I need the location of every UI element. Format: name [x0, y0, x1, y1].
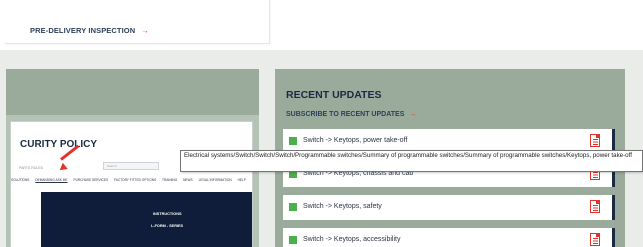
update-item-label[interactable]: Switch -> Keytops, accessibility [303, 236, 400, 243]
pdi-link[interactable]: PRE-DELIVERY INSPECTION → [30, 26, 149, 35]
pdf-document-icon[interactable] [590, 232, 601, 246]
preview-hero-banner: INSTRUCTIONS L-FORM - SERIES [41, 192, 252, 247]
update-item-label[interactable]: Switch -> Keytops, power take-off [303, 137, 407, 144]
update-item[interactable]: Switch -> Keytops, accessibility [283, 228, 615, 247]
pdi-link-label[interactable]: PRE-DELIVERY INSPECTION [30, 26, 135, 35]
arrow-right-icon: → [409, 111, 417, 118]
red-pointer-arrowhead-icon [57, 162, 68, 174]
pdi-card[interactable]: PRE-DELIVERY INSPECTION → [5, 0, 270, 44]
preview-nav-item: TRAINING [161, 178, 178, 182]
subscribe-link-label[interactable]: SUBSCRIBE TO RECENT UPDATES [286, 111, 404, 118]
preview-search-box: Search [103, 162, 159, 170]
preview-subtitle: PARTS RULES [19, 166, 43, 170]
panel-header-band [6, 69, 259, 115]
tooltip: Electrical systems/Switch/Switch/Switch/… [180, 150, 643, 172]
status-square-icon [289, 236, 297, 244]
status-square-icon [289, 203, 297, 211]
preview-nav-item: SOLUTIONS [11, 178, 30, 182]
arrow-right-icon: → [141, 26, 149, 35]
subscribe-link[interactable]: SUBSCRIBE TO RECENT UPDATES → [286, 111, 416, 118]
top-area: PRE-DELIVERY INSPECTION → [0, 0, 643, 50]
preview-title: CURITY POLICY [20, 139, 98, 150]
preview-hero-line2: L-FORM - SERIES [151, 224, 184, 228]
preview-nav-item: FACTORY FITTED OPTIONS [114, 178, 157, 182]
status-square-icon [289, 137, 297, 145]
pdf-document-icon[interactable] [590, 199, 601, 213]
preview-search-placeholder: Search [107, 164, 117, 168]
screenshot-preview[interactable]: CURITY POLICY PARTS RULES Search SOLUTIO… [10, 121, 253, 247]
preview-nav: SOLUTIONS DEMANDING ASK ME PURCHASE SERV… [11, 178, 252, 186]
preview-nav-item: PURCHASE SERVICES [73, 178, 109, 182]
preview-nav-item: NEWS [183, 178, 193, 182]
preview-nav-item: HELP [237, 178, 246, 182]
preview-hero-line1: INSTRUCTIONS [153, 212, 182, 216]
pdf-document-icon[interactable] [590, 133, 601, 147]
recent-updates-title: RECENT UPDATES [286, 89, 382, 101]
update-item-label[interactable]: Switch -> Keytops, safety [303, 203, 382, 210]
preview-nav-item: DEMANDING ASK ME [35, 178, 68, 182]
update-item[interactable]: Switch -> Keytops, safety [283, 195, 615, 220]
preview-nav-item: LEGAL INFORMATION [198, 178, 232, 182]
